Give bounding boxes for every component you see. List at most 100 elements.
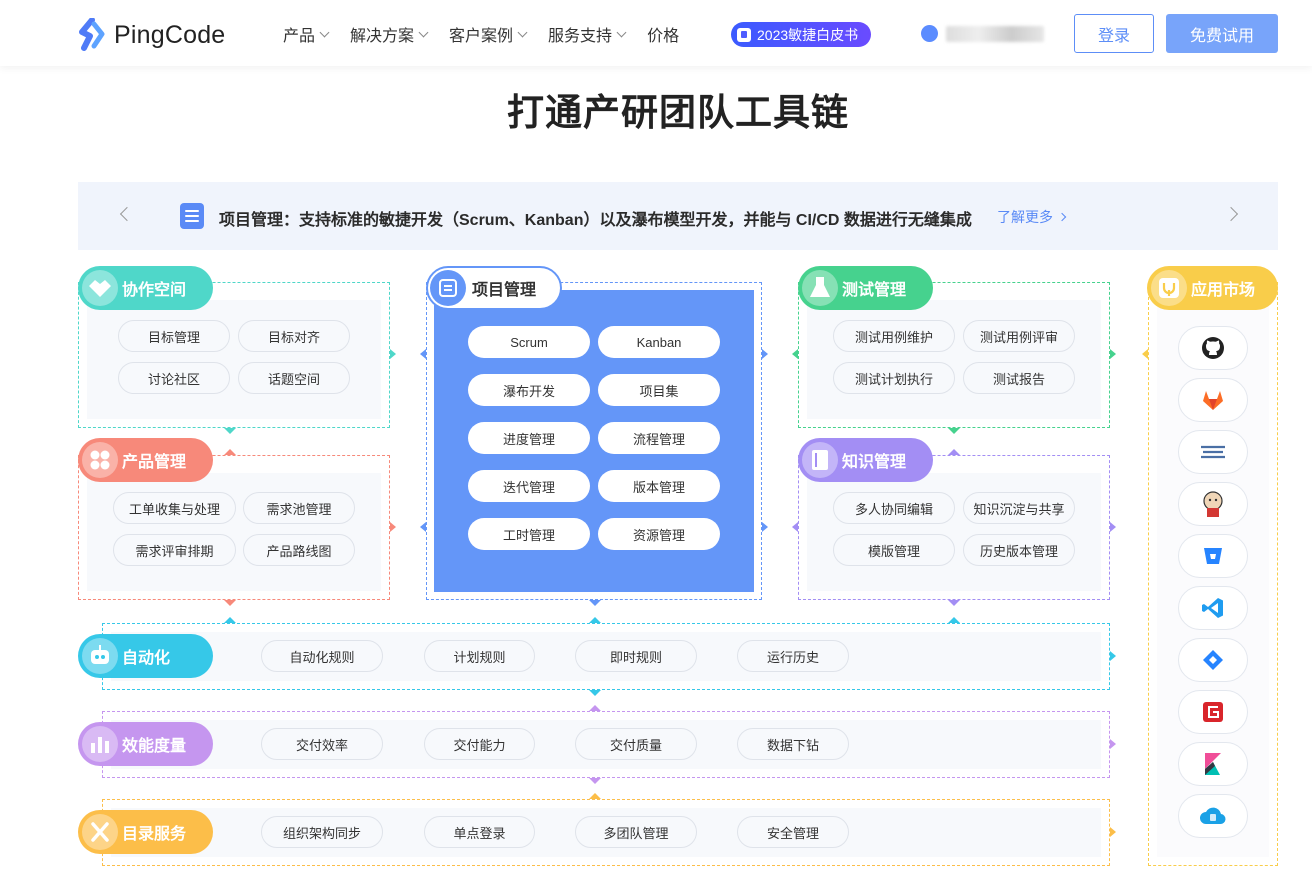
chip-org-sync[interactable]: 组织架构同步 [261,816,383,848]
chip-testcase-review[interactable]: 测试用例评审 [963,320,1075,352]
bar-chart-icon [91,737,109,753]
chip-testcase-maintain[interactable]: 测试用例维护 [833,320,955,352]
chip-target-alignment[interactable]: 目标对齐 [238,320,350,352]
chip-run-history[interactable]: 运行历史 [737,640,849,672]
connector-arrow [948,428,960,434]
chip-ticket-collection[interactable]: 工单收集与处理 [113,492,236,524]
chip-delivery-capability[interactable]: 交付能力 [424,728,535,760]
directory-module-header: 目录服务 [78,810,213,854]
nav-item-products[interactable]: 产品 [283,22,330,46]
logo-text: PingCode [114,20,226,49]
nav-item-solutions[interactable]: 解决方案 [350,22,429,46]
chip-multi-team[interactable]: 多团队管理 [575,816,697,848]
chip-collab-editing[interactable]: 多人协同编辑 [833,492,955,524]
gitlab-icon[interactable] [1178,378,1248,422]
harbor-icon[interactable] [1178,430,1248,474]
connector-arrow [1110,739,1116,749]
chip-roadmap[interactable]: 产品路线图 [243,534,355,566]
connector-arrow [1110,827,1116,837]
project-module-header: 项目管理 [426,266,562,310]
connector-arrow [589,778,601,784]
chip-version[interactable]: 版本管理 [598,470,720,502]
flask-icon [810,277,830,297]
free-trial-button[interactable]: 免费试用 [1166,14,1278,53]
efficiency-module-header: 效能度量 [78,722,213,766]
nav-item-pricing[interactable]: 价格 [647,22,679,46]
feature-banner: 项目管理：支持标准的敏捷开发（Scrum、Kanban）以及瀑布模型开发，并能与… [78,182,1278,250]
connector-arrow [1110,522,1116,532]
chip-topic-space[interactable]: 话题空间 [238,362,350,394]
automation-module-header: 自动化 [78,634,213,678]
chip-resource[interactable]: 资源管理 [598,518,720,550]
connector-arrow [762,522,768,532]
chip-workflow[interactable]: 流程管理 [598,422,720,454]
kibana-icon[interactable] [1178,742,1248,786]
chip-discussion[interactable]: 讨论社区 [118,362,230,394]
chip-timesheet[interactable]: 工时管理 [468,518,590,550]
phone-contact [921,25,1044,42]
gitee-icon[interactable] [1178,690,1248,734]
chip-schedule-rules[interactable]: 计划规则 [424,640,535,672]
vscode-icon[interactable] [1178,586,1248,630]
chip-sso[interactable]: 单点登录 [424,816,535,848]
book-icon [737,27,751,42]
cloud-icon[interactable] [1178,794,1248,838]
github-icon[interactable] [1178,326,1248,370]
connector-arrow [1110,651,1116,661]
connector-arrow [948,449,960,455]
robot-icon [91,645,109,664]
chip-kanban[interactable]: Kanban [598,326,720,358]
chip-iteration[interactable]: 迭代管理 [468,470,590,502]
chip-knowledge-sharing[interactable]: 知识沉淀与共享 [963,492,1075,524]
nav-item-cases[interactable]: 客户案例 [449,22,528,46]
collab-module-header: 协作空间 [78,266,213,310]
connector-arrow [390,349,396,359]
connector-arrow [224,449,236,455]
chip-target-management[interactable]: 目标管理 [118,320,230,352]
login-button[interactable]: 登录 [1074,14,1154,53]
chip-delivery-efficiency[interactable]: 交付效率 [261,728,383,760]
chip-requirement-pool[interactable]: 需求池管理 [243,492,355,524]
checklist-icon [439,279,457,297]
chip-requirement-review[interactable]: 需求评审排期 [113,534,236,566]
logo[interactable]: PingCode [78,18,225,52]
learn-more-link[interactable]: 了解更多 [997,207,1067,227]
chip-template[interactable]: 模版管理 [833,534,955,566]
chip-program[interactable]: 项目集 [598,374,720,406]
chip-security[interactable]: 安全管理 [737,816,849,848]
chevron-right-icon[interactable] [1223,206,1239,222]
tools-icon [91,822,109,842]
chip-test-report[interactable]: 测试报告 [963,362,1075,394]
jenkins-icon[interactable] [1178,482,1248,526]
market-module-header: 应用市场 [1147,266,1278,310]
jira-icon[interactable] [1178,638,1248,682]
connector-arrow [762,349,768,359]
chevron-left-icon[interactable] [119,206,135,222]
connector-arrow [792,522,798,532]
chip-instant-rules[interactable]: 即时规则 [575,640,697,672]
chip-waterfall[interactable]: 瀑布开发 [468,374,590,406]
chip-test-plan[interactable]: 测试计划执行 [833,362,955,394]
main-nav: 产品 解决方案 客户案例 服务支持 价格 [283,22,701,46]
whitepaper-badge[interactable]: 2023敏捷白皮书 [731,22,872,47]
chip-progress[interactable]: 进度管理 [468,422,590,454]
site-header: PingCode 产品 解决方案 客户案例 服务支持 价格 2023敏捷白皮书 … [0,0,1312,66]
grid-icon [90,450,110,470]
chip-history-version[interactable]: 历史版本管理 [963,534,1075,566]
chevron-down-icon [616,27,627,37]
chip-data-drilldown[interactable]: 数据下钻 [737,728,849,760]
connector-arrow [1142,349,1148,359]
nav-item-support[interactable]: 服务支持 [548,22,627,46]
connector-arrow [224,617,236,623]
connector-arrow [948,600,960,606]
chip-automation-rules[interactable]: 自动化规则 [261,640,383,672]
connector-arrow [420,349,426,359]
chip-scrum[interactable]: Scrum [468,326,590,358]
handshake-icon [89,280,111,297]
bitbucket-icon[interactable] [1178,534,1248,578]
chevron-down-icon [319,27,330,37]
connector-arrow [224,428,236,434]
app-store-icon [1159,278,1179,298]
chip-delivery-quality[interactable]: 交付质量 [575,728,697,760]
chevron-right-icon [1057,212,1067,222]
